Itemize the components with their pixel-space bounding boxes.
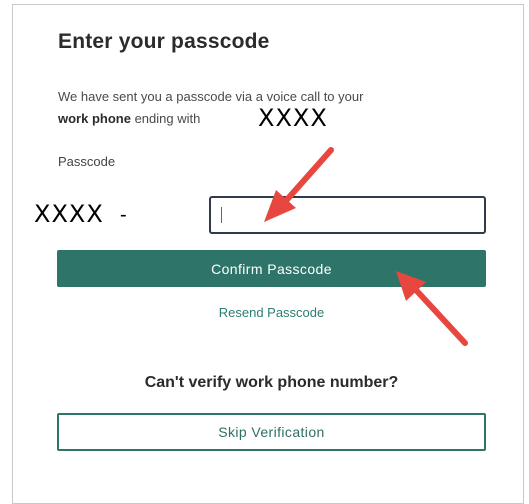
skip-verification-button[interactable]: Skip Verification (57, 413, 486, 451)
description-prefix: We have sent you a passcode via a voice … (58, 89, 364, 104)
redacted-phone-digits: XXXX (258, 104, 328, 132)
passcode-input[interactable] (209, 196, 486, 234)
cant-verify-heading: Can't verify work phone number? (144, 374, 399, 391)
confirm-passcode-button[interactable]: Confirm Passcode (57, 250, 486, 287)
passcode-prefix: XXXX (34, 200, 104, 228)
description-bold: work phone (58, 111, 131, 126)
passcode-separator: - (120, 204, 127, 226)
resend-passcode-link[interactable]: Resend Passcode (57, 305, 486, 320)
description-suffix: ending with (134, 111, 201, 126)
page-title: Enter your passcode (58, 30, 270, 53)
passcode-label: Passcode (58, 154, 116, 169)
text-caret (221, 207, 222, 223)
